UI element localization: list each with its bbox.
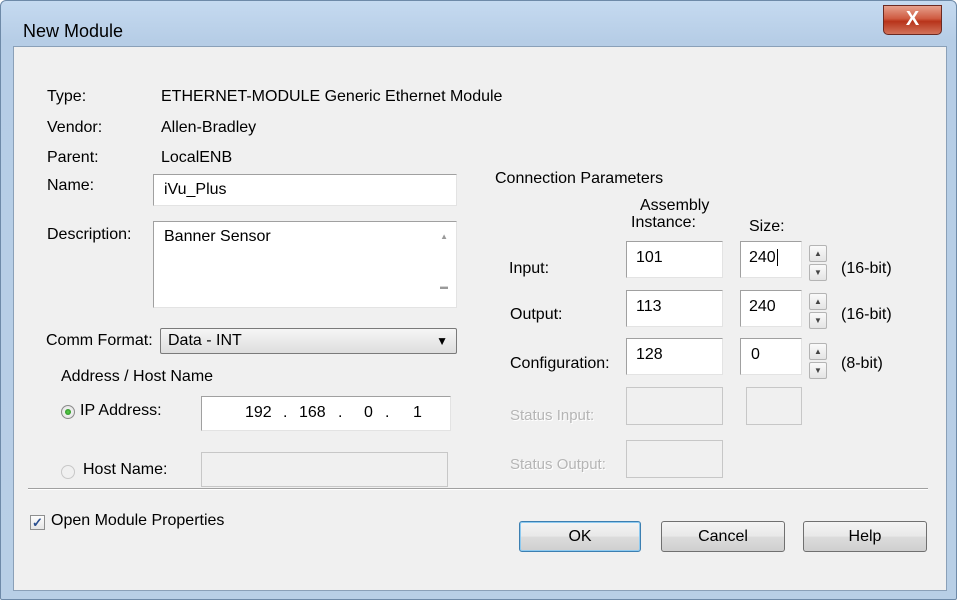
status-output-instance-field[interactable] (626, 440, 723, 478)
separator (28, 488, 928, 490)
name-input[interactable]: iVu_Plus (153, 174, 457, 206)
ip-address-input[interactable]: 192 . 168 . 0 . 1 (201, 396, 451, 431)
connection-params-title: Connection Parameters (495, 170, 664, 187)
scroll-down-icon[interactable]: ▬ (440, 282, 448, 291)
dialog-window: New Module X Type: ETHERNET-MODULE Gener… (0, 0, 957, 600)
close-icon: X (905, 8, 920, 30)
ip-dot-3: . (385, 404, 390, 421)
output-size-field[interactable]: 240 (740, 290, 802, 327)
description-textarea[interactable]: Banner Sensor ▲ ▬ (153, 221, 457, 308)
ip-octet-2: 168 (299, 404, 326, 421)
ip-dot-1: . (283, 404, 288, 421)
spin-down-icon[interactable]: ▼ (809, 362, 827, 379)
comm-format-value: Data - INT (168, 332, 242, 349)
open-module-properties-label: Open Module Properties (51, 512, 225, 529)
type-value: ETHERNET-MODULE Generic Ethernet Module (161, 88, 503, 105)
ok-button[interactable]: OK (519, 521, 641, 552)
close-button[interactable]: X (883, 5, 942, 35)
configuration-unit: (8-bit) (841, 355, 883, 372)
configuration-size-spinner[interactable]: ▲ ▼ (809, 343, 827, 379)
ip-address-radio[interactable] (61, 405, 75, 419)
spin-down-icon[interactable]: ▼ (809, 264, 827, 281)
scroll-up-icon[interactable]: ▲ (440, 232, 448, 241)
assembly-header-2: Instance: (631, 214, 696, 231)
address-group-label: Address / Host Name (61, 368, 214, 385)
type-label: Type: (47, 88, 87, 105)
spin-up-icon[interactable]: ▲ (809, 293, 827, 310)
dialog-title: New Module (23, 21, 124, 41)
parent-value: LocalENB (161, 149, 233, 166)
chevron-down-icon: ▼ (436, 334, 448, 348)
output-row-label: Output: (510, 306, 563, 323)
host-name-radio[interactable] (61, 465, 75, 479)
host-name-input[interactable] (201, 452, 448, 487)
configuration-row-label: Configuration: (510, 355, 610, 372)
host-name-label: Host Name: (83, 461, 168, 478)
spin-down-icon[interactable]: ▼ (809, 312, 827, 329)
input-size-spinner[interactable]: ▲ ▼ (809, 245, 827, 281)
ip-dot-2: . (338, 404, 343, 421)
output-unit: (16-bit) (841, 306, 892, 323)
size-header: Size: (749, 218, 785, 235)
description-text: Banner Sensor (164, 228, 271, 245)
description-label: Description: (47, 226, 132, 243)
input-row-label: Input: (509, 260, 550, 277)
input-unit: (16-bit) (841, 260, 892, 277)
status-input-label: Status Input: (510, 407, 595, 424)
vendor-value: Allen-Bradley (161, 119, 257, 136)
ip-address-label: IP Address: (80, 402, 162, 419)
output-instance-field[interactable]: 113 (626, 290, 723, 327)
assembly-header-1: Assembly (640, 197, 710, 214)
ip-octet-3: 0 (364, 404, 373, 421)
configuration-size-field[interactable]: 0 (740, 338, 802, 375)
comm-format-label: Comm Format: (46, 332, 153, 349)
cancel-button[interactable]: Cancel (661, 521, 785, 552)
ip-octet-1: 192 (245, 404, 272, 421)
name-label: Name: (47, 177, 95, 194)
vendor-label: Vendor: (47, 119, 103, 136)
output-size-spinner[interactable]: ▲ ▼ (809, 293, 827, 329)
input-size-value: 240 (749, 249, 776, 266)
input-size-field[interactable]: 240 (740, 241, 802, 278)
spin-up-icon[interactable]: ▲ (809, 245, 827, 262)
parent-label: Parent: (47, 149, 99, 166)
comm-format-select[interactable]: Data - INT ▼ (160, 328, 457, 354)
check-icon: ✓ (32, 515, 43, 530)
open-module-properties-checkbox[interactable]: ✓ (30, 515, 45, 530)
ip-octet-4: 1 (413, 404, 422, 421)
status-input-instance-field[interactable] (626, 387, 723, 425)
configuration-instance-field[interactable]: 128 (626, 338, 723, 375)
dialog-client-area: Type: ETHERNET-MODULE Generic Ethernet M… (13, 46, 947, 591)
status-input-size-field[interactable] (746, 387, 802, 425)
spin-up-icon[interactable]: ▲ (809, 343, 827, 360)
help-button[interactable]: Help (803, 521, 927, 552)
input-instance-field[interactable]: 101 (626, 241, 723, 278)
status-output-label: Status Output: (510, 456, 606, 473)
